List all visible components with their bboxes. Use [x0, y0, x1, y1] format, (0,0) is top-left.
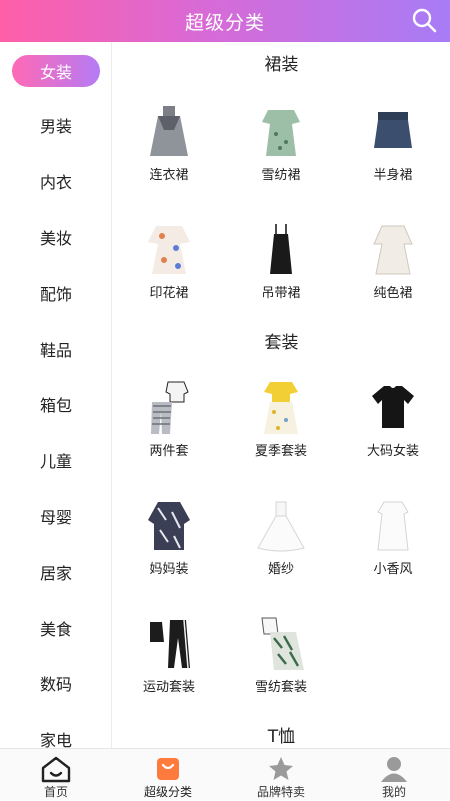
sidebar-item-accessories[interactable]: 配饰: [0, 276, 111, 310]
sidebar-item-label: 美妆: [39, 229, 72, 248]
category-label: 运动套装: [142, 680, 195, 695]
category-label: 雪纺裙: [261, 168, 301, 183]
page-title: 超级分类: [184, 11, 265, 34]
section-title: 套装: [264, 333, 299, 353]
category-cell[interactable]: 夏季套装: [225, 380, 337, 480]
sidebar-item-label: 鞋品: [39, 341, 72, 360]
category-cell[interactable]: 运动套装: [113, 616, 225, 716]
category-icon: [157, 758, 179, 780]
section-title: T恤: [267, 727, 296, 747]
category-label: 大码女装: [366, 444, 419, 459]
category-cell[interactable]: 婚纱: [225, 498, 337, 598]
bottom-navigation: 首页 超级分类 品牌特卖 我的: [0, 748, 450, 800]
category-label: 小香风: [373, 562, 413, 577]
nav-label: 我的: [381, 785, 406, 799]
sidebar-item-label: 家电: [39, 731, 72, 748]
sidebar-item-men[interactable]: 男装: [0, 108, 111, 142]
category-label: 雪纺套装: [254, 680, 307, 695]
category-cell[interactable]: 小香风: [337, 498, 449, 598]
dress-icon: [148, 226, 190, 274]
dress-icon: [377, 501, 409, 551]
nav-label: 首页: [43, 785, 68, 799]
category-label: 婚纱: [267, 562, 294, 577]
sidebar-item-label: 居家: [39, 564, 72, 583]
category-label: 连衣裙: [149, 168, 189, 183]
home-icon: [41, 756, 71, 783]
sidebar-item-label: 母婴: [39, 508, 72, 527]
sidebar-item-label: 女装: [12, 55, 100, 87]
sidebar-item-label: 配饰: [39, 285, 72, 304]
search-icon[interactable]: [410, 6, 438, 34]
sidebar-item-label: 男装: [39, 117, 72, 136]
nav-item-category[interactable]: 超级分类: [112, 749, 224, 801]
sidebar-item-women[interactable]: 女装: [0, 54, 111, 88]
category-label: 纯色裙: [373, 286, 413, 301]
category-cell[interactable]: 半身裙: [337, 104, 449, 204]
section-title: 裙装: [264, 55, 299, 75]
sidebar-item-food[interactable]: 美食: [0, 611, 111, 645]
tshirt-icon: [372, 386, 414, 428]
sidebar-item-baby[interactable]: 母婴: [0, 499, 111, 533]
dress-icon: [270, 224, 292, 274]
category-cell[interactable]: 吊带裙: [225, 222, 337, 322]
nav-item-brand-sale[interactable]: 品牌特卖: [225, 749, 337, 801]
dress-icon: [150, 106, 188, 156]
nav-item-home[interactable]: 首页: [0, 749, 112, 801]
sidebar-item-underwear[interactable]: 内衣: [0, 164, 111, 198]
category-label: 印花裙: [149, 286, 189, 301]
star-icon: [269, 757, 293, 780]
sidebar-item-bags[interactable]: 箱包: [0, 387, 111, 421]
sidebar-item-label: 数码: [39, 675, 72, 694]
sidebar-item-label: 内衣: [39, 173, 72, 192]
category-label: 妈妈装: [149, 562, 189, 577]
skirt-icon: [374, 112, 412, 148]
category-label: 吊带裙: [261, 286, 301, 301]
sidebar-item-digital[interactable]: 数码: [0, 666, 111, 700]
sidebar-item-shoes[interactable]: 鞋品: [0, 332, 111, 366]
sidebar-item-appliances[interactable]: 家电: [0, 722, 111, 748]
category-label: 两件套: [149, 444, 189, 459]
nav-label: 超级分类: [143, 785, 192, 799]
category-label: 半身裙: [373, 168, 413, 183]
sidebar-item-label: 儿童: [39, 452, 72, 471]
category-label: 夏季套装: [254, 444, 307, 459]
category-cell[interactable]: 纯色裙: [337, 222, 449, 322]
nav-item-profile[interactable]: 我的: [338, 749, 450, 801]
sidebar-item-beauty[interactable]: 美妆: [0, 220, 111, 254]
outfit-icon: [148, 502, 190, 550]
category-cell[interactable]: 妈妈装: [113, 498, 225, 598]
sidebar-item-label: 美食: [39, 620, 72, 639]
gown-icon: [257, 501, 305, 552]
category-cell[interactable]: 两件套: [113, 380, 225, 480]
profile-icon: [381, 757, 407, 782]
nav-label: 品牌特卖: [256, 785, 305, 799]
category-cell[interactable]: 大码女装: [337, 380, 449, 480]
category-cell[interactable]: 印花裙: [113, 222, 225, 322]
category-cell[interactable]: 雪纺套装: [225, 616, 337, 716]
outfit-icon: [150, 619, 190, 669]
outfit-icon: [264, 382, 298, 434]
dress-icon: [262, 110, 300, 156]
sidebar-item-label: 箱包: [39, 396, 72, 415]
app-header: 超级分类: [0, 0, 450, 42]
category-cell[interactable]: 连衣裙: [113, 104, 225, 204]
outfit-icon: [151, 381, 189, 434]
dress-icon: [373, 225, 413, 275]
sidebar-item-kids[interactable]: 儿童: [0, 443, 111, 477]
sidebar-item-home[interactable]: 居家: [0, 555, 111, 589]
category-sidebar: 女装 男装 内衣 美妆 配饰 鞋品 箱包 儿童 母婴 居家 美食 数码 家电: [0, 42, 112, 748]
outfit-icon: [261, 617, 304, 670]
category-cell[interactable]: 雪纺裙: [225, 104, 337, 204]
category-content: 裙装 连衣裙 雪纺裙 半身裙 印花裙 吊带裙 纯色裙 套装 两件套 夏季套装 大…: [113, 42, 450, 748]
